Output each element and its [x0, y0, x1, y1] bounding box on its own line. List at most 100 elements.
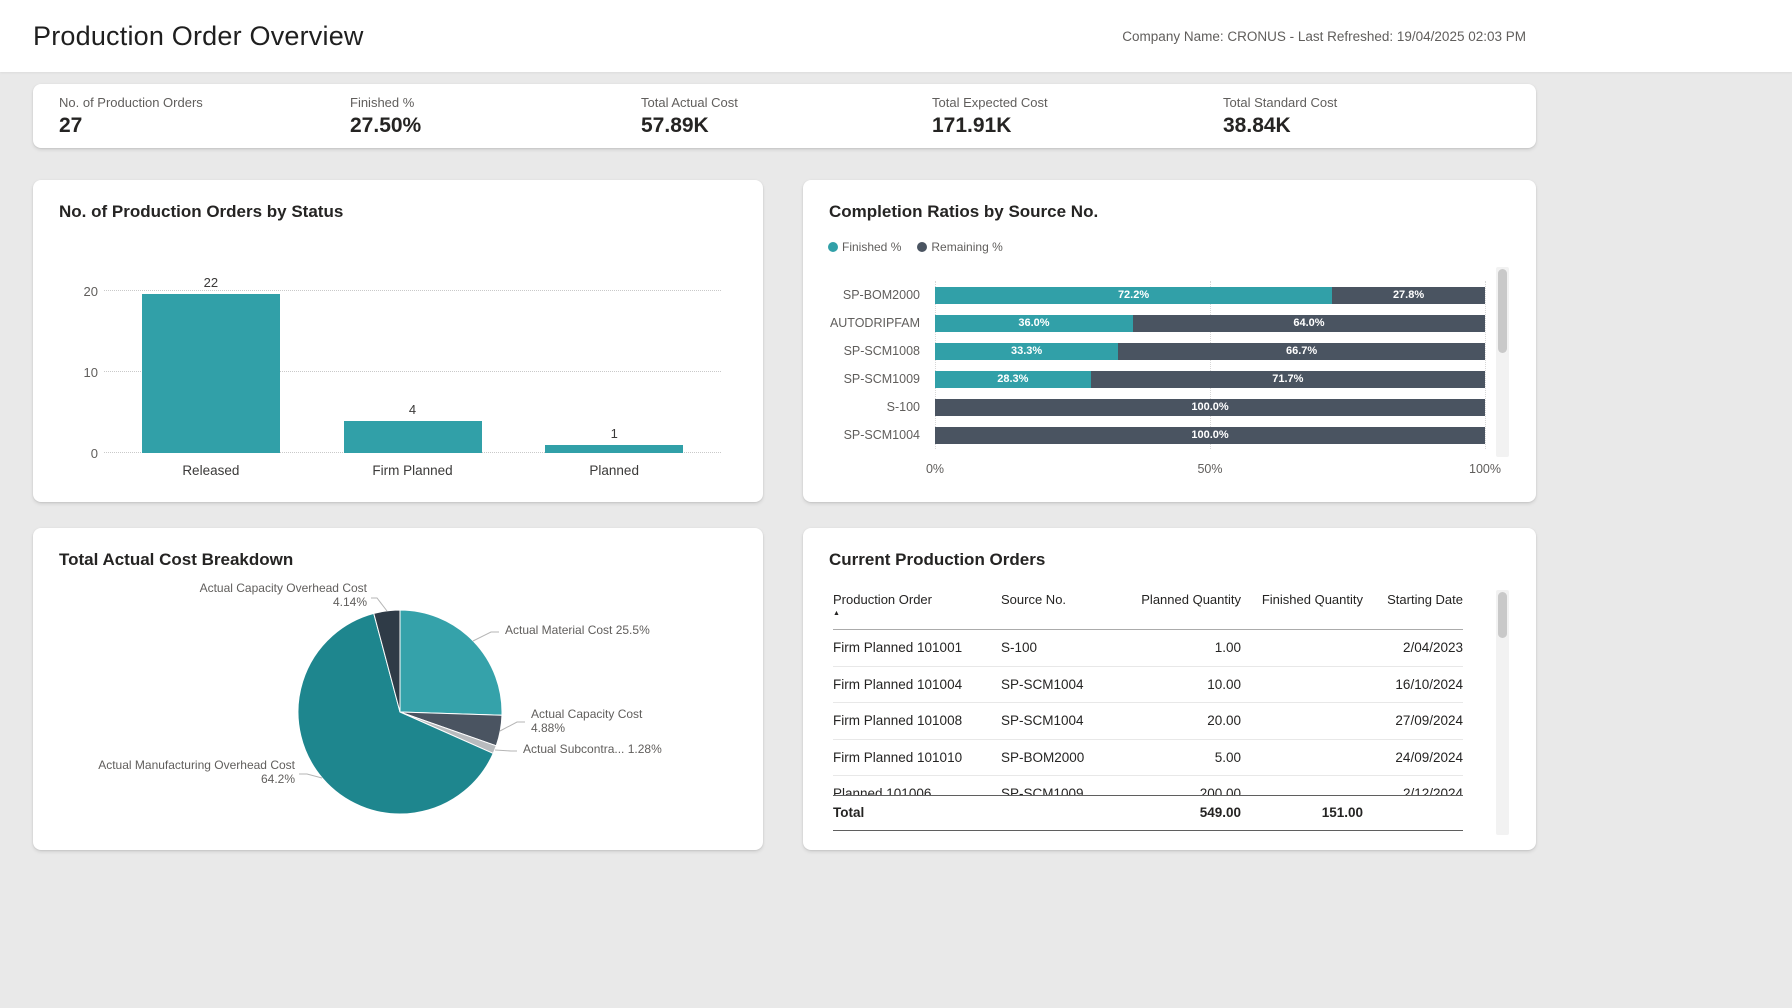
- stacked-bar-row: S-100100.0%: [935, 393, 1485, 421]
- column-header-starting-date[interactable]: Starting Date: [1363, 590, 1463, 629]
- table-cell: [1241, 703, 1363, 739]
- bar[interactable]: [142, 294, 280, 453]
- pie-slice-label: Actual Capacity Cost4.88%: [531, 708, 642, 735]
- table-cell: 2/12/2024: [1363, 776, 1463, 795]
- x-axis-label: 50%: [1197, 462, 1222, 476]
- kpi-card: No. of Production Orders 27 Finished % 2…: [33, 84, 1536, 148]
- bar-column-planned: 1: [513, 275, 715, 453]
- table-row[interactable]: Planned 101006SP-SCM1009200.00 2/12/2024: [833, 776, 1463, 795]
- column-header-source-no-[interactable]: Source No.: [1001, 590, 1123, 629]
- bar-segment-finished[interactable]: 28.3%: [935, 371, 1091, 388]
- scrollbar[interactable]: [1496, 267, 1509, 457]
- scrollbar-thumb[interactable]: [1498, 592, 1507, 638]
- kpi-label: Total Expected Cost: [932, 95, 1223, 110]
- segment-value-label: 33.3%: [1011, 345, 1042, 357]
- scrollbar[interactable]: [1496, 590, 1509, 835]
- column-header-label: Production Order: [833, 592, 932, 607]
- bar-segment-finished[interactable]: 33.3%: [935, 343, 1118, 360]
- pie-slice-label: Actual Material Cost 25.5%: [505, 624, 650, 638]
- column-header-label: Planned Quantity: [1141, 592, 1241, 607]
- orders-by-status-chart-card: No. of Production Orders by Status 01020…: [33, 180, 763, 502]
- category-label: AUTODRIPFAM: [810, 316, 920, 330]
- table-cell: [1241, 776, 1363, 795]
- column-header-finished-quantity[interactable]: Finished Quantity: [1241, 590, 1363, 629]
- stacked-bar: 100.0%: [935, 399, 1485, 416]
- legend-item-remaining[interactable]: Remaining %: [917, 240, 1002, 254]
- table-row[interactable]: Firm Planned 101004SP-SCM100410.0016/10/…: [833, 667, 1463, 704]
- kpi-label: Finished %: [350, 95, 641, 110]
- legend-label: Finished %: [842, 240, 901, 254]
- bar[interactable]: [344, 421, 482, 453]
- scrollbar-thumb[interactable]: [1498, 269, 1507, 353]
- pie-label-line: 4.14%: [200, 596, 367, 610]
- stacked-bar-row: SP-SCM100928.3%71.7%: [935, 365, 1485, 393]
- column-header-label: Starting Date: [1387, 592, 1463, 607]
- bar-segment-remaining[interactable]: 27.8%: [1332, 287, 1485, 304]
- pie-label-line: 4.88%: [531, 722, 642, 736]
- chart-title: No. of Production Orders by Status: [33, 180, 763, 222]
- bar-segment-remaining[interactable]: 64.0%: [1133, 315, 1485, 332]
- pie-label-line: Actual Material Cost 25.5%: [505, 624, 650, 638]
- total-cell: 151.00: [1241, 796, 1363, 830]
- table-cell: Planned 101006: [833, 776, 1001, 795]
- report-header: Production Order Overview Company Name: …: [0, 0, 1792, 72]
- segment-value-label: 100.0%: [1191, 401, 1228, 413]
- bar[interactable]: [545, 445, 683, 453]
- column-header-production-order[interactable]: Production Order ▲: [833, 590, 1001, 629]
- bar-value-label: 4: [409, 402, 416, 417]
- pie-label-line: Actual Subcontra... 1.28%: [523, 743, 662, 757]
- bar-segment-remaining[interactable]: 100.0%: [935, 399, 1485, 416]
- kpi-total-standard-cost: Total Standard Cost 38.84K: [1223, 95, 1514, 148]
- completion-ratios-chart-card: Completion Ratios by Source No. Finished…: [803, 180, 1536, 502]
- pie-label-line: Actual Capacity Overhead Cost: [200, 582, 367, 596]
- table-cell: 24/09/2024: [1363, 740, 1463, 776]
- kpi-finished-pct: Finished % 27.50%: [350, 95, 641, 148]
- kpi-label: Total Standard Cost: [1223, 95, 1514, 110]
- bar-segment-finished[interactable]: 72.2%: [935, 287, 1332, 304]
- x-axis-labels: 0%50%100%: [935, 449, 1485, 479]
- sort-ascending-icon: ▲: [833, 610, 1001, 617]
- bar-chart-plot-area: 010202241ReleasedFirm PlannedPlanned: [110, 275, 715, 453]
- chart-title: Total Actual Cost Breakdown: [33, 528, 763, 570]
- kpi-value: 57.89K: [641, 114, 932, 138]
- stacked-bar-row: SP-BOM200072.2%27.8%: [935, 281, 1485, 309]
- y-axis-label: 0: [58, 446, 98, 461]
- total-cell: Total: [833, 796, 1001, 830]
- y-axis-label: 10: [58, 365, 98, 380]
- table-cell: Firm Planned 101010: [833, 740, 1001, 776]
- current-orders-table-card: Current Production Orders Production Ord…: [803, 528, 1536, 850]
- legend-item-finished[interactable]: Finished %: [828, 240, 901, 254]
- stacked-bar: 72.2% 27.8%: [935, 287, 1485, 304]
- table-cell: 200.00: [1123, 776, 1241, 795]
- table-header-row: Production Order ▲Source No. Planned Quant…: [833, 590, 1463, 630]
- bar-column-released: 22: [110, 275, 312, 453]
- table-row[interactable]: Firm Planned 101001S-1001.002/04/2023: [833, 630, 1463, 667]
- bar-segment-remaining[interactable]: 100.0%: [935, 427, 1485, 444]
- bar-segment-remaining[interactable]: 66.7%: [1118, 343, 1485, 360]
- bar-segment-remaining[interactable]: 71.7%: [1091, 371, 1485, 388]
- segment-value-label: 28.3%: [997, 373, 1028, 385]
- x-axis-label: 0%: [926, 462, 944, 476]
- cost-breakdown-chart-card: Total Actual Cost Breakdown Actual Mater…: [33, 528, 763, 850]
- bar-value-label: 1: [611, 426, 618, 441]
- segment-value-label: 27.8%: [1393, 289, 1424, 301]
- x-axis-label: Released: [110, 463, 312, 478]
- category-label: SP-BOM2000: [810, 288, 920, 302]
- kpi-total-actual-cost: Total Actual Cost 57.89K: [641, 95, 932, 148]
- table-row[interactable]: Firm Planned 101008SP-SCM100420.0027/09/…: [833, 703, 1463, 740]
- table-row[interactable]: Firm Planned 101010SP-BOM20005.0024/09/2…: [833, 740, 1463, 777]
- pie-chart-plot-area: Actual Material Cost 25.5% Actual Capacit…: [59, 588, 739, 838]
- table-total-row: Total 549.00151.00: [833, 795, 1463, 831]
- total-cell: [1001, 796, 1123, 830]
- segment-value-label: 66.7%: [1286, 345, 1317, 357]
- table-cell: SP-SCM1009: [1001, 776, 1123, 795]
- bar-segment-finished[interactable]: 36.0%: [935, 315, 1133, 332]
- column-header-planned-quantity[interactable]: Planned Quantity: [1123, 590, 1241, 629]
- segment-value-label: 71.7%: [1272, 373, 1303, 385]
- legend-swatch-remaining-icon: [917, 242, 927, 252]
- table-cell: S-100: [1001, 630, 1123, 666]
- total-cell: 549.00: [1123, 796, 1241, 830]
- table-cell: Firm Planned 101008: [833, 703, 1001, 739]
- category-label: SP-SCM1008: [810, 344, 920, 358]
- page-title: Production Order Overview: [33, 21, 364, 52]
